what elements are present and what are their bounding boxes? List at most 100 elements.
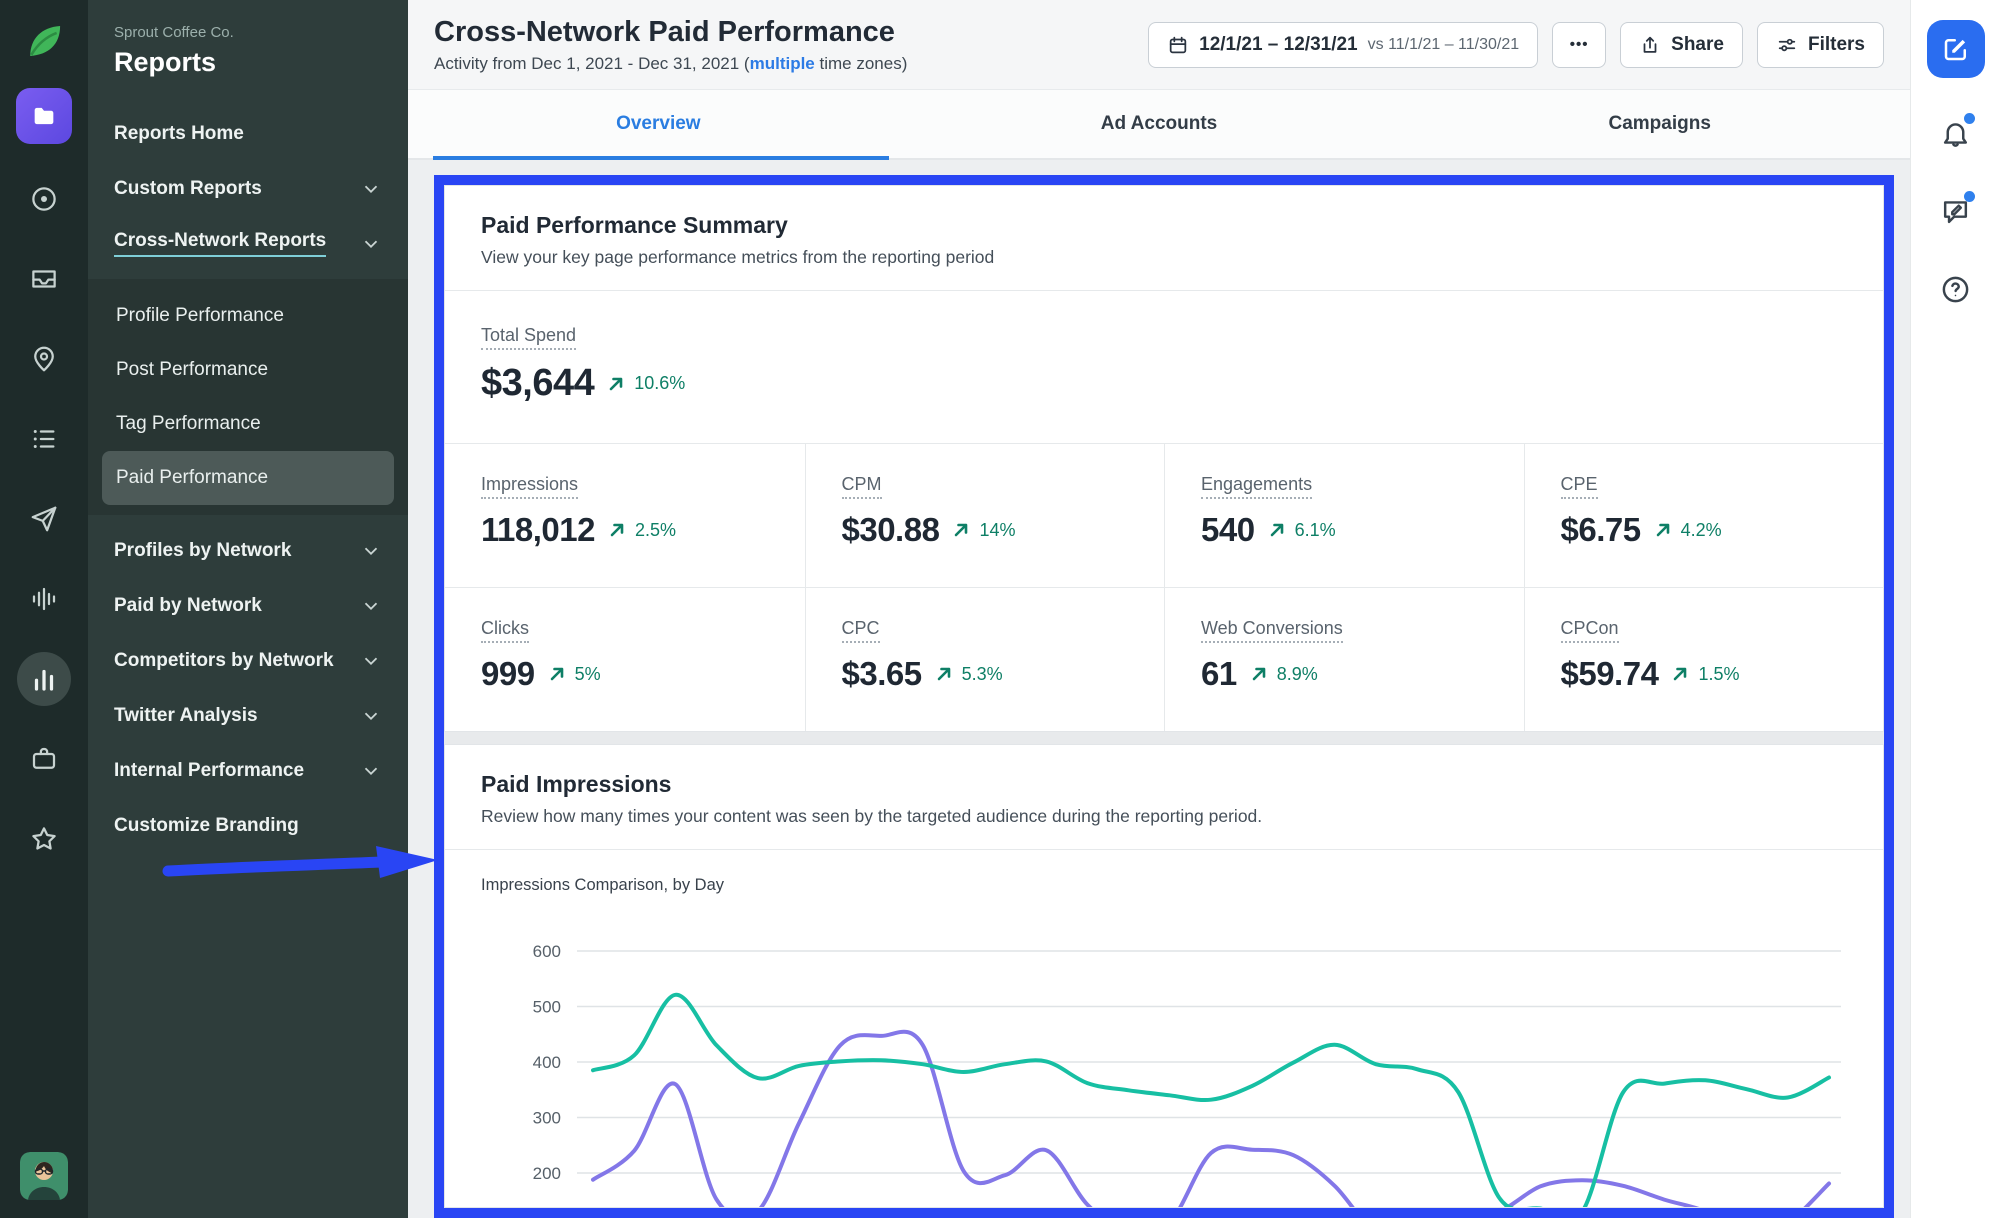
summary-subtitle: View your key page performance metrics f… xyxy=(481,247,1847,268)
sidebar-item-reports-home[interactable]: Reports Home xyxy=(114,106,382,161)
compose-icon xyxy=(1941,34,1971,64)
sidebar-item-internal-performance[interactable]: Internal Performance xyxy=(114,743,382,798)
svg-text:500: 500 xyxy=(533,998,561,1017)
help-button[interactable] xyxy=(1933,266,1979,312)
waveform-icon[interactable] xyxy=(17,572,71,626)
sprout-logo[interactable] xyxy=(21,18,67,64)
metric-grid: Impressions 118,012 2.5% CPM $30.88 14% xyxy=(445,443,1883,731)
sidebar-item-paid-performance[interactable]: Paid Performance xyxy=(102,451,394,505)
sidebar-item-profile-performance[interactable]: Profile Performance xyxy=(102,289,394,343)
sidebar-item-tag-performance[interactable]: Tag Performance xyxy=(102,397,394,451)
metric-impressions: Impressions 118,012 2.5% xyxy=(445,444,805,587)
trend-up-icon xyxy=(1267,520,1287,540)
more-options-button[interactable]: ••• xyxy=(1552,22,1606,68)
trend-up-icon xyxy=(607,520,627,540)
inbox-icon[interactable] xyxy=(17,252,71,306)
product-rail xyxy=(0,0,88,1218)
filters-button[interactable]: Filters xyxy=(1757,22,1884,68)
impressions-subtitle: Review how many times your content was s… xyxy=(481,806,1847,827)
metric-cpcon: CPCon $59.74 1.5% xyxy=(1524,587,1884,731)
metric-engagements: Engagements 540 6.1% xyxy=(1164,444,1524,587)
notifications-button[interactable] xyxy=(1933,110,1979,156)
chart-series xyxy=(593,1032,1829,1208)
annotation-highlight-box: Paid Performance Summary View your key p… xyxy=(434,175,1894,1218)
sidebar-item-custom-reports[interactable]: Custom Reports xyxy=(114,161,382,216)
metric-total-spend: Total Spend $3,644 10.6% xyxy=(445,291,1883,443)
timezone-link[interactable]: multiple xyxy=(750,54,815,73)
impressions-line-chart: 600 500 400 300 200 xyxy=(481,911,1849,1208)
sidebar-item-cross-network-reports[interactable]: Cross-Network Reports xyxy=(114,216,382,271)
svg-text:200: 200 xyxy=(533,1164,561,1183)
trend-up-icon xyxy=(1653,520,1673,540)
list-icon[interactable] xyxy=(17,412,71,466)
calendar-icon xyxy=(1167,34,1189,56)
share-button[interactable]: Share xyxy=(1620,22,1743,68)
star-icon[interactable] xyxy=(17,812,71,866)
page-subtitle: Activity from Dec 1, 2021 - Dec 31, 2021… xyxy=(434,54,907,74)
metric-cpc: CPC $3.65 5.3% xyxy=(805,587,1165,731)
sidebar-item-profiles-by-network[interactable]: Profiles by Network xyxy=(114,523,382,578)
svg-text:400: 400 xyxy=(533,1053,561,1072)
trend-up-icon xyxy=(1249,664,1269,684)
metric-cpm: CPM $30.88 14% xyxy=(805,444,1165,587)
cross-network-submenu: Profile Performance Post Performance Tag… xyxy=(88,279,408,515)
share-icon xyxy=(1639,34,1661,56)
chevron-down-icon xyxy=(360,650,382,672)
svg-text:600: 600 xyxy=(533,942,561,961)
sidebar-item-twitter-analysis[interactable]: Twitter Analysis xyxy=(114,688,382,743)
whats-new-button[interactable] xyxy=(1933,188,1979,234)
reports-folder-icon[interactable] xyxy=(16,88,72,144)
compass-icon[interactable] xyxy=(17,172,71,226)
page-header: Cross-Network Paid Performance Activity … xyxy=(408,0,1910,90)
tab-overview[interactable]: Overview xyxy=(408,90,909,158)
metric-label[interactable]: Total Spend xyxy=(481,325,576,350)
summary-title: Paid Performance Summary xyxy=(481,212,1847,239)
briefcase-icon[interactable] xyxy=(17,732,71,786)
report-tabs: Overview Ad Accounts Campaigns xyxy=(408,90,1910,160)
svg-text:300: 300 xyxy=(533,1109,561,1128)
sidebar-item-competitors-by-network[interactable]: Competitors by Network xyxy=(114,633,382,688)
sidebar-item-paid-by-network[interactable]: Paid by Network xyxy=(114,578,382,633)
sidebar-item-customize-branding[interactable]: Customize Branding xyxy=(114,798,382,853)
pin-icon[interactable] xyxy=(17,332,71,386)
reports-sidebar: Sprout Coffee Co. Reports Reports Home C… xyxy=(88,0,408,1218)
tab-campaigns[interactable]: Campaigns xyxy=(1409,90,1910,158)
chevron-down-icon xyxy=(360,233,382,255)
trend-up-icon xyxy=(606,374,626,394)
compose-button[interactable] xyxy=(1927,20,1985,78)
whats-new-badge xyxy=(1964,191,1975,202)
report-content: Paid Performance Summary View your key p… xyxy=(408,160,1910,1218)
question-icon xyxy=(1940,274,1971,305)
chart-label: Impressions Comparison, by Day xyxy=(481,876,1847,895)
chevron-down-icon xyxy=(360,540,382,562)
account-name: Sprout Coffee Co. xyxy=(114,24,382,41)
header-actions: 12/1/21 – 12/31/21 vs 11/1/21 – 11/30/21… xyxy=(1148,22,1884,68)
main-content: Cross-Network Paid Performance Activity … xyxy=(408,0,1910,1218)
trend-up-icon xyxy=(547,664,567,684)
page-title: Cross-Network Paid Performance xyxy=(434,16,907,49)
metric-value: $3,644 xyxy=(481,362,594,405)
filters-icon xyxy=(1776,34,1798,56)
app-root: Sprout Coffee Co. Reports Reports Home C… xyxy=(0,0,2000,1218)
metric-clicks: Clicks 999 5% xyxy=(445,587,805,731)
paper-plane-icon[interactable] xyxy=(17,492,71,546)
utility-rail xyxy=(1910,0,2000,1218)
impressions-title: Paid Impressions xyxy=(481,771,1847,798)
metric-cpe: CPE $6.75 4.2% xyxy=(1524,444,1884,587)
trend-up-icon xyxy=(1670,664,1690,684)
metric-web-conversions: Web Conversions 61 8.9% xyxy=(1164,587,1524,731)
metric-delta: 10.6% xyxy=(634,373,685,394)
chevron-down-icon xyxy=(360,595,382,617)
paid-impressions-card: Paid Impressions Review how many times y… xyxy=(444,744,1884,1208)
chevron-down-icon xyxy=(360,705,382,727)
notification-badge xyxy=(1964,113,1975,124)
chevron-down-icon xyxy=(360,760,382,782)
trend-up-icon xyxy=(934,664,954,684)
bar-chart-icon[interactable] xyxy=(17,652,71,706)
paid-performance-summary-card: Paid Performance Summary View your key p… xyxy=(444,185,1884,732)
user-avatar[interactable] xyxy=(20,1152,68,1200)
date-range-button[interactable]: 12/1/21 – 12/31/21 vs 11/1/21 – 11/30/21 xyxy=(1148,22,1538,68)
trend-up-icon xyxy=(951,520,971,540)
sidebar-item-post-performance[interactable]: Post Performance xyxy=(102,343,394,397)
tab-ad-accounts[interactable]: Ad Accounts xyxy=(909,90,1410,158)
